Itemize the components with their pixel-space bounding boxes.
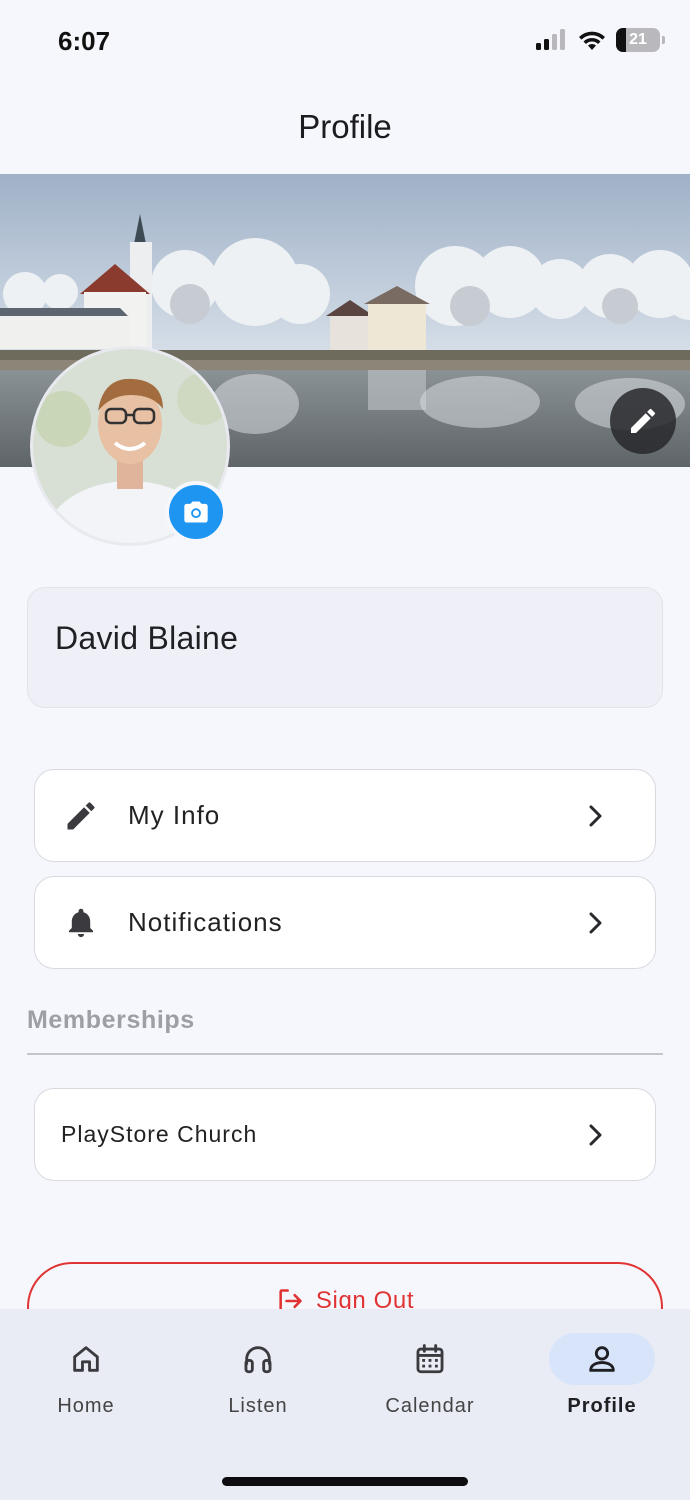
cellular-signal-icon: [536, 29, 565, 50]
pencil-icon: [63, 798, 99, 834]
nav-calendar-label: Calendar: [385, 1395, 475, 1417]
nav-listen-label: Listen: [228, 1395, 288, 1417]
nav-profile-label: Profile: [567, 1395, 637, 1417]
page-title: Profile: [298, 108, 392, 145]
bell-icon: [63, 905, 99, 941]
status-time: 6:07: [58, 26, 111, 56]
battery-icon: 21: [616, 28, 665, 52]
edit-cover-button[interactable]: [610, 388, 676, 454]
camera-icon: [184, 501, 208, 523]
bottom-nav: Home Listen Calendar Profile: [0, 1309, 690, 1500]
notifications-label: Notifications: [128, 907, 283, 937]
headphones-icon: [244, 1346, 272, 1374]
nav-home[interactable]: Home: [0, 1309, 172, 1439]
profile-name: David Blaine: [55, 620, 239, 656]
memberships-heading: Memberships: [27, 1006, 195, 1034]
nav-calendar[interactable]: Calendar: [344, 1309, 516, 1439]
person-icon: [589, 1346, 615, 1372]
nav-home-label: Home: [57, 1395, 115, 1417]
status-bar: 6:07 21: [0, 0, 690, 84]
wifi-icon: [579, 31, 605, 50]
chevron-right-icon: [589, 1124, 602, 1146]
pencil-icon: [631, 408, 655, 433]
membership-item[interactable]: PlayStore Church: [34, 1088, 656, 1181]
chevron-right-icon: [589, 912, 602, 934]
status-icons: 21: [536, 28, 665, 52]
change-photo-button[interactable]: [165, 481, 227, 543]
nav-listen[interactable]: Listen: [172, 1309, 344, 1439]
nav-profile[interactable]: Profile: [516, 1309, 688, 1439]
profile-name-card: David Blaine: [27, 587, 663, 708]
calendar-icon: [416, 1344, 444, 1374]
my-info-label: My Info: [128, 800, 221, 830]
section-divider: [27, 1053, 663, 1055]
chevron-right-icon: [589, 805, 602, 827]
battery-level: 21: [629, 31, 647, 48]
home-icon: [73, 1346, 99, 1372]
my-info-item[interactable]: My Info: [34, 769, 656, 862]
membership-label: PlayStore Church: [61, 1121, 258, 1147]
home-indicator: [222, 1477, 468, 1486]
notifications-item[interactable]: Notifications: [34, 876, 656, 969]
